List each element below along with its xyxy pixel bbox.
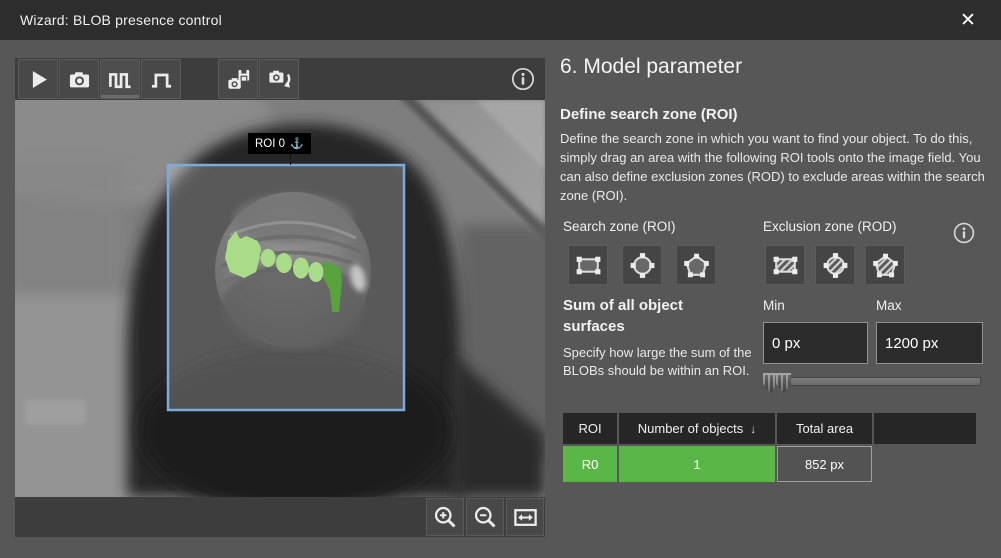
zoom-in-icon (432, 504, 459, 531)
fit-width-button[interactable] (506, 498, 544, 536)
save-image-button[interactable] (218, 59, 258, 99)
fit-width-icon (512, 504, 539, 531)
step-title: 6. Model parameter (560, 55, 742, 79)
save-image-icon (225, 66, 252, 93)
column-header-area[interactable]: Total area (777, 413, 872, 444)
image-toolbar (15, 58, 545, 100)
slider-handle-min[interactable] (763, 373, 778, 393)
continuous-trigger-button[interactable] (100, 59, 140, 99)
roi-label[interactable]: ROI 0 ⚓ (248, 133, 311, 154)
play-button[interactable] (18, 59, 58, 99)
close-button[interactable]: ✕ (949, 4, 987, 36)
roi-polygon-icon (681, 251, 712, 280)
max-value-input[interactable] (876, 322, 983, 364)
rod-circle-icon (820, 251, 851, 280)
window-title: Wizard: BLOB presence control (20, 12, 222, 28)
roi-circle-icon (627, 251, 658, 280)
rod-rectangle-tool-button[interactable] (765, 245, 805, 285)
roi-label-text: ROI 0 (255, 138, 285, 150)
slider-handle-max[interactable] (776, 373, 791, 393)
title-bar: Wizard: BLOB presence control ✕ (0, 0, 1001, 40)
zoom-out-icon (472, 504, 499, 531)
roi-polygon-tool-button[interactable] (676, 245, 716, 285)
close-icon: ✕ (960, 9, 976, 32)
results-table: ROI Number of objects ↓ Total area R0 1 … (563, 413, 978, 482)
single-trigger-icon (148, 66, 175, 93)
max-label: Max (876, 298, 902, 313)
sum-section-description: Specify how large the sum of the BLOBs s… (563, 344, 771, 379)
roi-circle-tool-button[interactable] (622, 245, 662, 285)
sort-desc-icon: ↓ (750, 422, 756, 436)
roi-move-icon: ⚓ (290, 137, 304, 150)
continuous-trigger-icon (107, 66, 134, 93)
roi-rectangle-tool-button[interactable] (568, 245, 608, 285)
roi-label-tick (290, 154, 291, 165)
roi-tools (568, 245, 716, 285)
wizard-dialog: Wizard: BLOB presence control ✕ (0, 0, 1001, 558)
zoom-in-button[interactable] (426, 498, 464, 536)
cell-area: 852 px (777, 446, 872, 482)
zone-info-icon[interactable] (952, 221, 976, 245)
load-image-button[interactable] (259, 59, 299, 99)
zoom-out-button[interactable] (466, 498, 504, 536)
snapshot-button[interactable] (59, 59, 99, 99)
parameter-panel: 6. Model parameter Define search zone (R… (560, 40, 1001, 558)
info-icon[interactable] (510, 66, 536, 92)
camera-image-view[interactable]: ROI 0 ⚓ (15, 100, 545, 497)
slider-track[interactable] (763, 377, 981, 386)
roi-section-description: Define the search zone in which you want… (560, 129, 988, 205)
rod-rectangle-icon (770, 251, 801, 280)
sum-section-title: Sum of all object surfaces (563, 295, 738, 337)
column-header-empty (874, 413, 976, 444)
single-trigger-button[interactable] (141, 59, 181, 99)
roi-rectangle-icon (573, 251, 604, 280)
rod-polygon-tool-button[interactable] (865, 245, 905, 285)
column-header-objects[interactable]: Number of objects ↓ (619, 413, 775, 444)
cell-roi[interactable]: R0 (563, 446, 617, 482)
load-image-icon (266, 66, 293, 93)
zoom-toolbar (15, 497, 545, 537)
min-label: Min (763, 298, 785, 313)
cell-objects[interactable]: 1 (619, 446, 775, 482)
roi-section-title: Define search zone (ROI) (560, 106, 738, 123)
rod-circle-tool-button[interactable] (815, 245, 855, 285)
rod-polygon-icon (870, 251, 901, 280)
camera-image (15, 100, 545, 497)
search-zone-label: Search zone (ROI) (563, 219, 676, 234)
min-value-input[interactable] (763, 322, 868, 364)
rod-tools (765, 245, 905, 285)
area-range-slider[interactable] (763, 372, 981, 394)
column-header-roi[interactable]: ROI (563, 413, 617, 444)
camera-icon (66, 66, 93, 93)
exclusion-zone-label: Exclusion zone (ROD) (763, 219, 897, 234)
play-icon (25, 66, 52, 93)
table-row[interactable]: R0 1 852 px (563, 446, 978, 482)
table-header: ROI Number of objects ↓ Total area (563, 413, 978, 444)
